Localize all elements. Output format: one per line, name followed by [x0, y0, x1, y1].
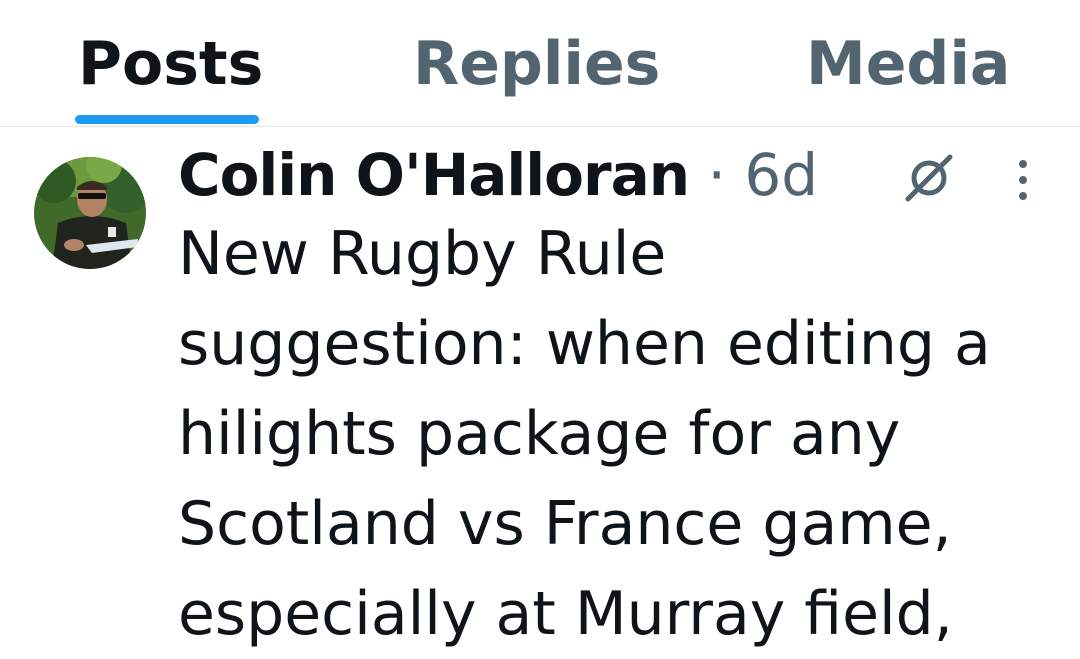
avatar-photo-icon	[34, 157, 146, 269]
author-separator: ·	[707, 141, 726, 209]
author-name[interactable]: Colin O'Halloran	[178, 141, 690, 209]
tab-posts[interactable]: Posts	[78, 28, 263, 100]
grok-icon[interactable]	[900, 149, 958, 207]
post-timestamp[interactable]: 6d	[744, 141, 818, 209]
active-tab-indicator	[75, 115, 259, 124]
more-vertical-icon[interactable]	[1006, 155, 1040, 205]
post[interactable]: Colin O'Halloran · 6d New Rugby Rule sug…	[0, 127, 1080, 649]
post-text: New Rugby Rule suggestion: when editing …	[178, 219, 991, 649]
post-author-line: Colin O'Halloran · 6d	[178, 135, 818, 215]
tab-media[interactable]: Media	[806, 28, 1010, 100]
profile-tabs: Posts Replies Media	[0, 0, 1080, 127]
avatar[interactable]	[34, 157, 146, 269]
tab-replies[interactable]: Replies	[413, 28, 660, 100]
